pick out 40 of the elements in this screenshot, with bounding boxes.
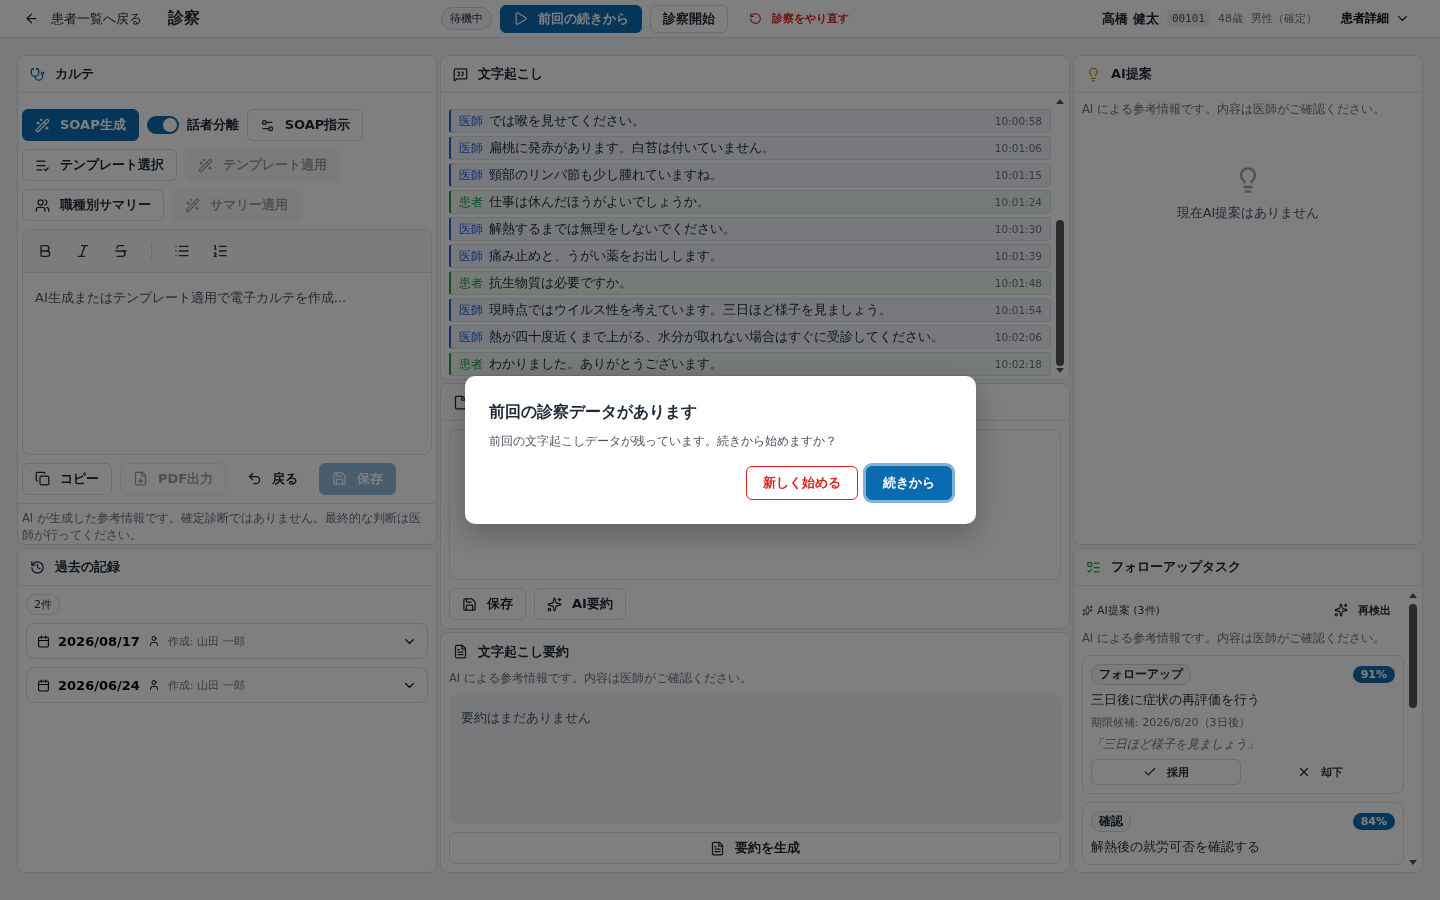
task-title: 三日後に症状の再評価を行う bbox=[1091, 691, 1261, 710]
transcript-entry: 医師 では喉を見せてください。 10:00:58 bbox=[449, 109, 1051, 133]
panel-title: AI提案 bbox=[1111, 65, 1152, 83]
transcript-entry: 医師 扁桃に発赤があります。白苔は付いていません。 10:01:06 bbox=[449, 136, 1051, 160]
task-quote: 「三日ほど様子を見ましょう」 bbox=[1091, 736, 1260, 754]
transcript-entry: 医師 痛み止めと、うがい薬をお出しします。 10:01:39 bbox=[449, 244, 1051, 268]
transcript-entry: 医師 解熱するまでは無理をしないでください。 10:01:30 bbox=[449, 217, 1051, 241]
panel-title: 文字起こし要約 bbox=[478, 642, 569, 661]
panel-title: 過去の記録 bbox=[55, 558, 120, 576]
dialog-title: 前回の診察データがあります bbox=[488, 402, 698, 423]
status-badge: 待機中 bbox=[440, 7, 492, 30]
patient-sex: 男性（確定） bbox=[1251, 11, 1317, 26]
panel-title: フォローアップタスク bbox=[1111, 558, 1241, 576]
task-due-date: 期限候補: 2026/8/20（3日後） bbox=[1091, 715, 1251, 731]
summary-empty-text: 要約はまだありません bbox=[449, 695, 1061, 824]
confidence-badge: 91% bbox=[1352, 666, 1395, 684]
ai-disclaimer: AI による参考情報です。内容は医師がご確認ください。 bbox=[449, 670, 753, 687]
panel-title: カルテ bbox=[55, 65, 94, 83]
transcript-entry: 患者 わかりました。ありがとうございます。 10:02:18 bbox=[449, 352, 1051, 376]
patient-age: 48歳 bbox=[1218, 11, 1243, 26]
confidence-badge: 84% bbox=[1352, 813, 1395, 831]
transcript-entry: 患者 抗生物質は必要ですか。 10:01:48 bbox=[449, 271, 1051, 295]
task-tag: 確認 bbox=[1091, 811, 1131, 833]
task-tag: フォローアップ bbox=[1091, 664, 1191, 686]
transcript-entry: 医師 現時点ではウイルス性を考えています。三日ほど様子を見ましょう。 10:01:54 bbox=[449, 298, 1051, 322]
ai-suggestion-count: AI提案 (3件) bbox=[1082, 602, 1160, 618]
empty-state-text: 現在AI提案はありません bbox=[1176, 204, 1320, 223]
dialog-message: 前回の文字起こしデータが残っています。続きから始めますか？ bbox=[488, 433, 838, 450]
task-title: 解熱後の就労可否を確認する bbox=[1091, 838, 1261, 857]
ai-disclaimer: AI が生成した参考情報です。確定診断ではありません。最終的な判断は医師が行ってください。 bbox=[22, 509, 422, 544]
transcript-entry: 医師 熱が四十度近くまで上がる、水分が取れない場合はすぐに受診してください。 10:02:06 bbox=[449, 325, 1051, 349]
patient-id: 00101 bbox=[1166, 10, 1210, 27]
ai-disclaimer: AI による参考情報です。内容は医師がご確認ください。 bbox=[1082, 630, 1386, 647]
transcript-entry: 患者 仕事は休んだほうがよいでしょうか。 10:01:24 bbox=[449, 190, 1051, 214]
record-count: 2件 bbox=[26, 594, 60, 615]
page-title: 診察 bbox=[168, 8, 200, 29]
transcript-entry: 医師 頸部のリンパ節も少し腫れていますね。 10:01:15 bbox=[449, 163, 1051, 187]
patient-name: 高橋 健太 bbox=[1102, 9, 1159, 28]
ai-disclaimer: AI による参考情報です。内容は医師がご確認ください。 bbox=[1082, 101, 1386, 118]
panel-title: 文字起こし bbox=[478, 65, 543, 83]
